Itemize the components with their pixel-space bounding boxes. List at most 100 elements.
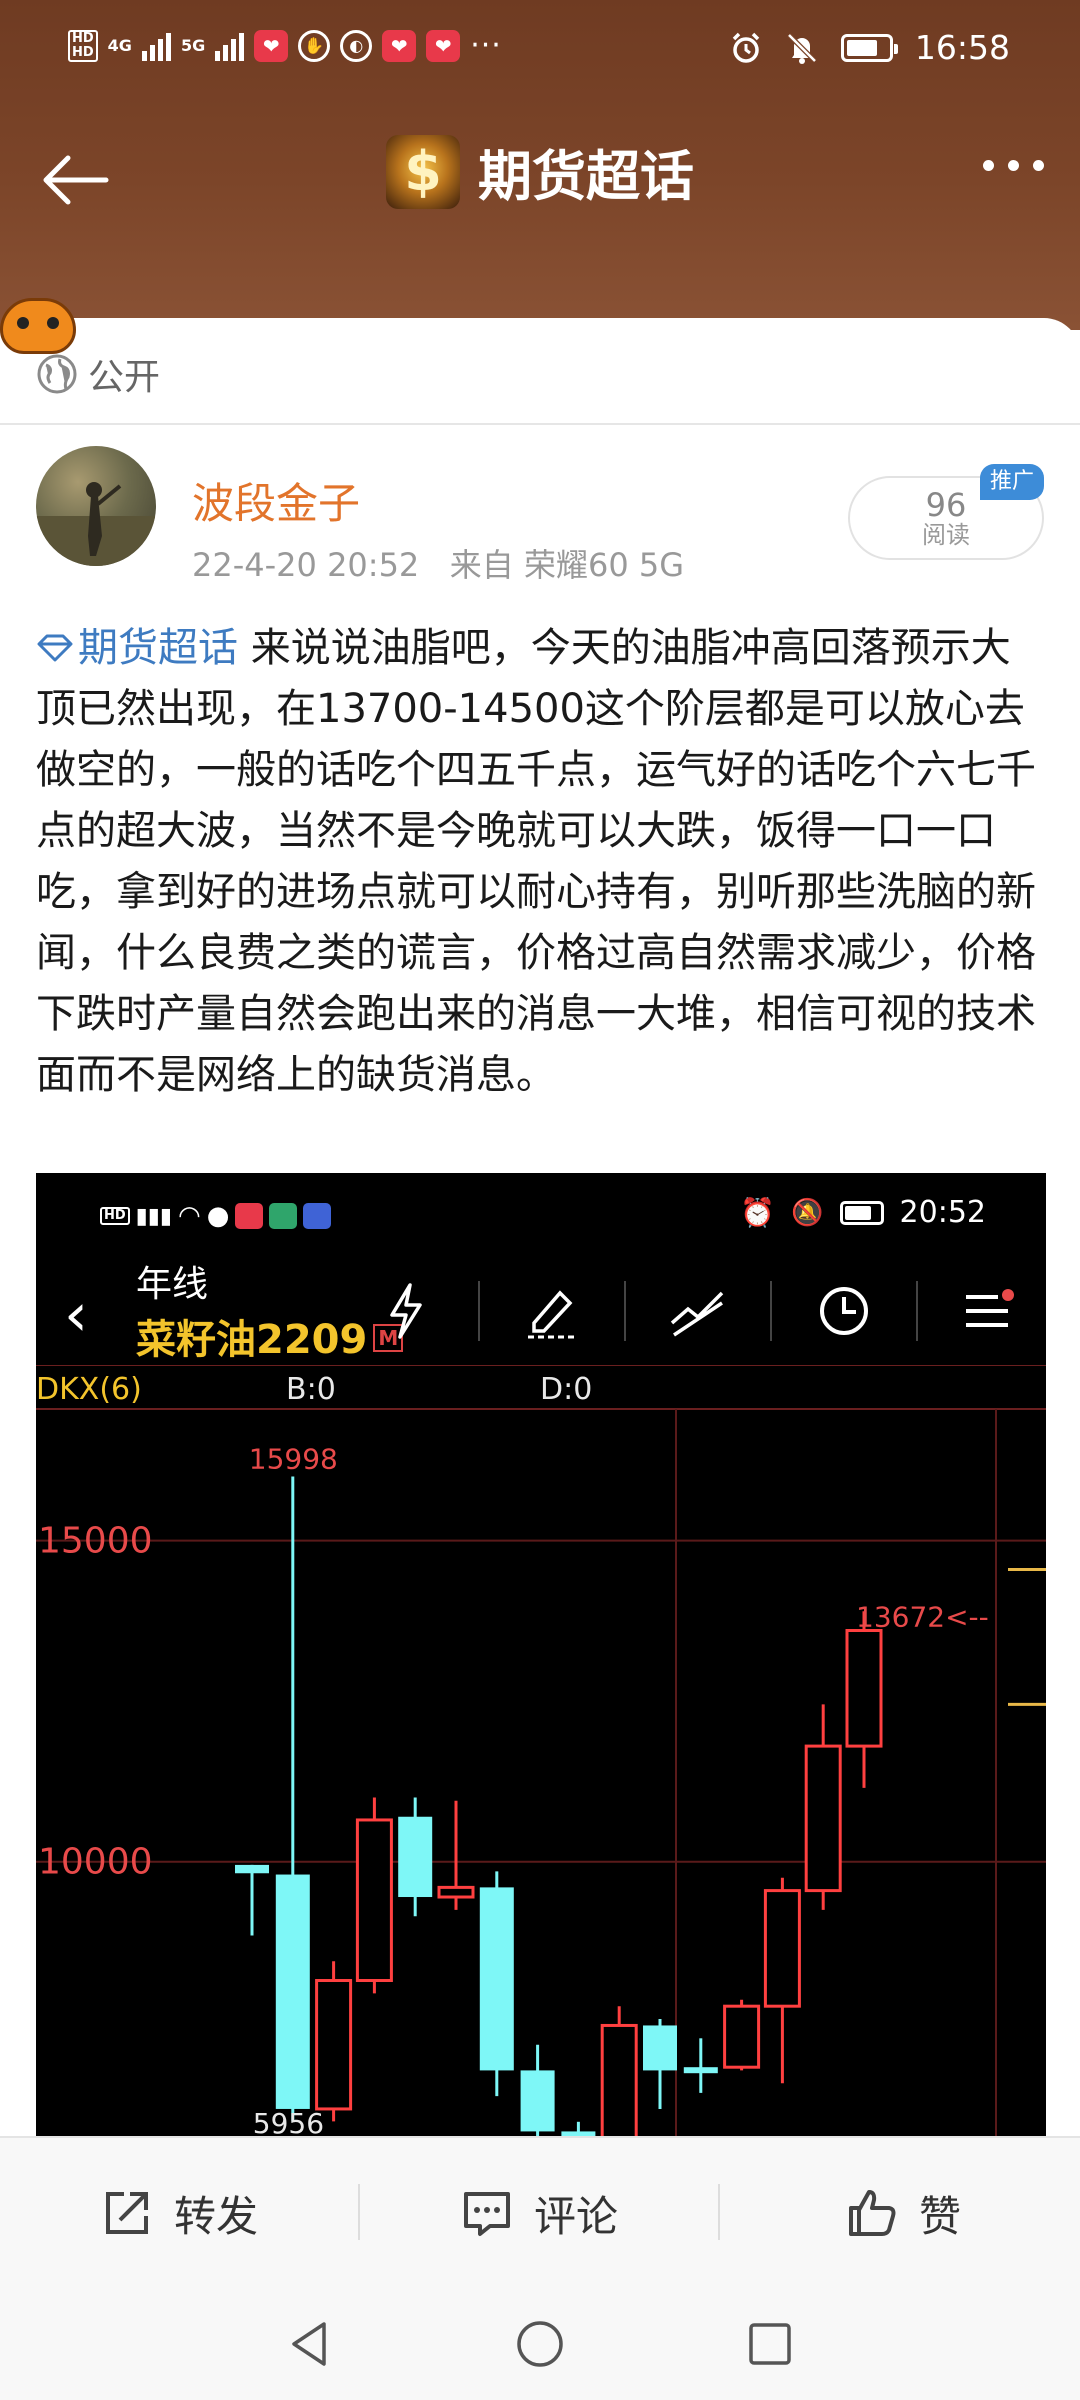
nav-bar: $ 期货超话 [0,110,1080,230]
alarm-icon: ⏰ [740,1196,776,1229]
share-icon [106,2192,148,2234]
candle-body [763,1889,801,2008]
candle-body [804,1744,842,1893]
avatar-badge-icon [0,298,76,354]
topic-link[interactable]: 期货超话 [36,625,238,671]
candle-body [845,1629,883,1748]
post-image[interactable]: HD ▮▮▮ ◠ ● ⏰ 🔕 20:52 ‹ 年线 菜籽油2209 M DKX(… [36,1173,1046,2138]
menu-list-icon [966,1289,1014,1327]
y-tick-label: 15000 [38,1521,153,1562]
repost-label: 转发 [174,2191,259,2241]
battery-icon [839,1200,884,1225]
indicator-name: DKX(6) [36,1372,142,1407]
action-separator [358,2184,360,2240]
post-source: 来自 荣耀60 5G [449,546,685,584]
signal-icon-2 [215,31,245,61]
wifi-icon: ◠ [178,1201,201,1231]
like-button[interactable]: 赞 [845,2138,961,2288]
page-title-group: $ 期货超话 [0,132,1080,211]
mute-icon [787,32,817,64]
action-bar: 转发 评论 赞 [0,2136,1080,2286]
image-toolbar-icons [374,1279,1022,1343]
image-status-left: HD ▮▮▮ ◠ ● [100,1201,332,1231]
header-background: HD HD 4G 5G ❤ ✋ ◐ ❤ ❤ ··· 16:58 $ 期货超话 [0,0,1080,330]
chart-symbol: 菜籽油2209 M [136,1307,404,1365]
comment-label: 评论 [534,2191,619,2241]
status-left: HD HD 4G 5G ❤ ✋ ◐ ❤ ❤ ··· [68,28,502,63]
last-value-label: 13672<-- [856,1601,989,1634]
app-icon [269,1203,298,1229]
promo-badge[interactable]: 推广 [980,464,1044,500]
post-body-text: 来说说油脂吧，今天的油脂冲高回落预示大顶已然出现，在13700-14500这个阶… [36,625,1036,1098]
candle-body [275,1874,310,2109]
lightning-icon [390,1283,422,1339]
app-icon [303,1203,332,1229]
candle-body [355,1818,393,1983]
status-right: 16:58 [729,28,1010,67]
action-separator [718,2184,720,2240]
topic-logo-icon: $ [386,134,460,209]
indicator-b: B:0 [286,1372,336,1407]
clock-icon [820,1287,868,1335]
network-label-1: 4G [107,35,132,55]
mute-icon: 🔕 [791,1197,824,1228]
like-label: 赞 [919,2191,962,2241]
chevron-left-icon: ‹ [64,1280,88,1350]
y-tick-label: 10000 [38,1842,153,1883]
indicator-d: D:0 [540,1372,592,1407]
candle-body [643,2025,677,2071]
read-label: 阅读 [922,521,970,549]
toolbar-separator [916,1281,918,1341]
candle-body [437,1885,475,1899]
candle-body [683,2067,718,2074]
image-status-right: ⏰ 🔕 20:52 [740,1195,986,1230]
system-nav-bar [0,2286,1080,2400]
post-meta: 22-4-20 20:52 来自 荣耀60 5G [192,540,684,586]
avatar-figure [36,482,156,566]
alarm-icon [732,32,760,63]
avatar[interactable] [36,446,156,566]
app-icon [235,1203,264,1229]
candlestick-chart: DKX(6) B:0 D:0 15000 10000 15998 5956 13672<… [36,1365,1046,2138]
post-body: 期货超话 来说说油脂吧，今天的油脂冲高回落预示大顶已然出现，在13700-145… [36,618,1046,1106]
candle-body [723,2004,761,2069]
status-bar: HD HD 4G 5G ❤ ✋ ◐ ❤ ❤ ··· 16:58 [0,0,1080,100]
toolbar-separator [624,1281,626,1341]
image-toolbar: ‹ 年线 菜籽油2209 M [36,1255,1046,1365]
wechat-icon: ● [206,1201,230,1231]
thumbs-up-icon [849,2190,896,2236]
page-title: 期货超话 [478,145,694,208]
status-time: 16:58 [914,28,1010,67]
topic-link-label: 期货超话 [78,625,238,671]
comment-icon [464,2192,510,2236]
diamond-tag-icon [37,634,73,662]
hd-icon: HD HD [68,29,98,62]
author-name[interactable]: 波段金子 [192,470,360,531]
more-dots-icon[interactable] [983,160,1044,171]
divider [0,423,1080,425]
trend-line-icon [670,1291,724,1337]
candle-body [479,1887,514,2071]
globe-icon [37,354,77,394]
candle-body [398,1816,433,1898]
battery-icon [840,33,898,62]
signal-icon: ▮▮▮ [135,1203,172,1229]
toolbar-separator [478,1281,480,1341]
post-card: 公开 波段金子 22-4-20 20:52 来自 荣耀60 5G 96 阅读 推… [0,298,1080,2138]
nav-home-icon[interactable] [512,2316,568,2372]
chart-period: 年线 [136,1264,209,1305]
repost-button[interactable]: 转发 [100,2138,258,2288]
chart-symbol-label: 菜籽油2209 [136,1317,368,1363]
compass-icon: ◐ [340,29,373,62]
app-notification-icon: ❤ [382,29,417,62]
comment-button[interactable]: 评论 [460,2138,618,2288]
nav-recents-icon[interactable] [742,2316,798,2372]
draw-pen-icon [528,1290,576,1339]
high-value-label: 15998 [249,1443,338,1476]
image-status-bar: HD ▮▮▮ ◠ ● ⏰ 🔕 20:52 [36,1173,1046,1253]
app-notification-icon: ❤ [254,29,289,62]
nav-back-icon[interactable] [282,2316,338,2372]
app-notification-icon: ❤ [426,29,461,62]
low-value-label: 5956 [253,2107,324,2138]
visibility-row: 公开 [36,348,160,400]
